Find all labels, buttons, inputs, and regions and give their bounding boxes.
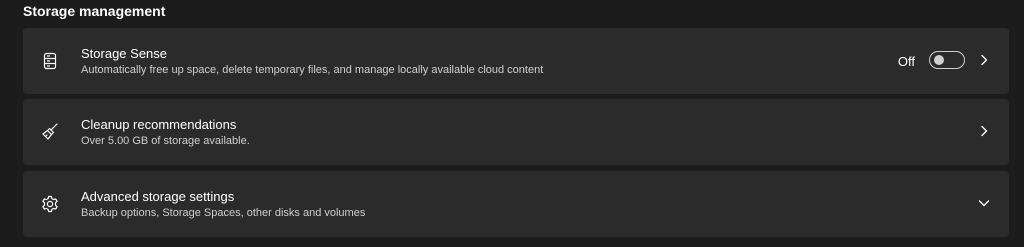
storage-sense-description: Automatically free up space, delete temp…	[81, 64, 544, 76]
section-title: Storage management	[23, 3, 166, 19]
cleanup-recommendations-card[interactable]: Cleanup recommendations Over 5.00 GB of …	[23, 99, 1009, 165]
storage-sense-toggle[interactable]	[929, 51, 965, 69]
chevron-right-icon[interactable]	[977, 124, 991, 138]
toggle-knob	[934, 55, 944, 65]
cleanup-recommendations-description: Over 5.00 GB of storage available.	[81, 135, 250, 147]
gear-icon	[40, 194, 60, 214]
storage-sense-card[interactable]: Storage Sense Automatically free up spac…	[23, 28, 1009, 94]
chevron-right-icon[interactable]	[977, 53, 991, 67]
storage-management-page: Storage management Storage Sense Automat…	[0, 0, 1024, 247]
advanced-storage-settings-description: Backup options, Storage Spaces, other di…	[81, 207, 366, 219]
cleanup-recommendations-text: Cleanup recommendations Over 5.00 GB of …	[81, 116, 250, 149]
storage-sense-toggle-label: Off	[897, 54, 915, 69]
advanced-storage-settings-title: Advanced storage settings	[81, 189, 235, 204]
advanced-storage-settings-card[interactable]: Advanced storage settings Backup options…	[23, 171, 1009, 237]
storage-sense-text: Storage Sense Automatically free up spac…	[81, 45, 543, 78]
chevron-down-icon[interactable]	[977, 196, 991, 210]
storage-drive-icon	[40, 51, 60, 71]
broom-icon	[40, 122, 60, 142]
advanced-storage-settings-text: Advanced storage settings Backup options…	[81, 188, 365, 221]
cleanup-recommendations-title: Cleanup recommendations	[81, 117, 237, 132]
storage-sense-title: Storage Sense	[81, 46, 168, 61]
